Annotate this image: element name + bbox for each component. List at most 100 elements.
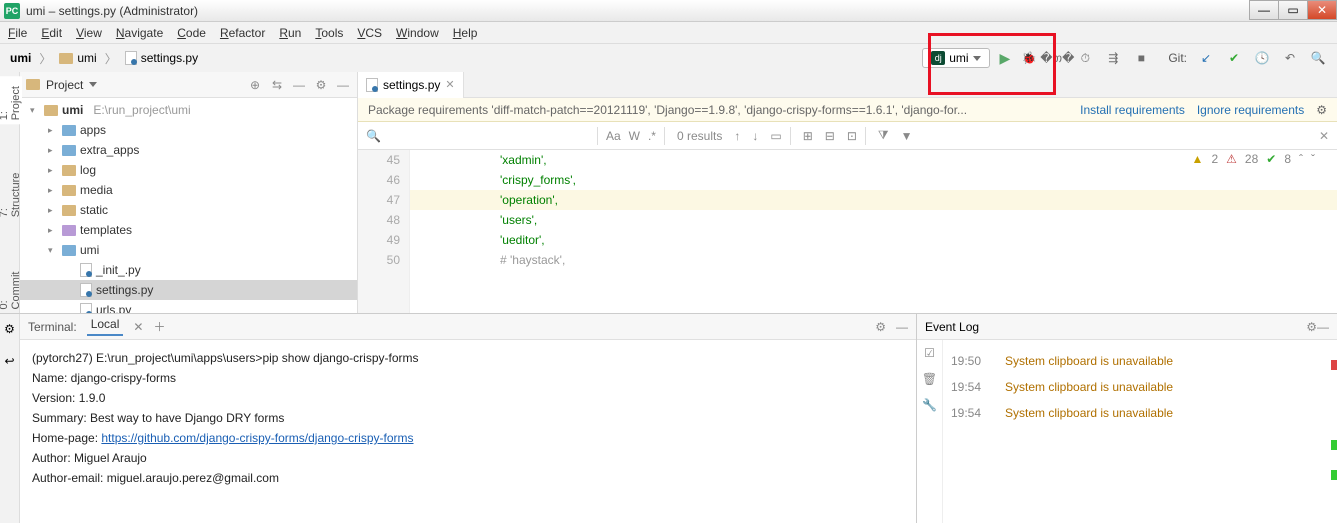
- event-log-row[interactable]: 19:50System clipboard is unavailable: [947, 348, 1333, 374]
- menu-navigate[interactable]: Navigate: [116, 26, 163, 40]
- gear-icon[interactable]: ⚙: [313, 78, 329, 92]
- terminal-tab-local[interactable]: Local: [87, 317, 124, 336]
- search-everywhere-button[interactable]: 🔍: [1309, 51, 1327, 65]
- expand-arrow-icon[interactable]: ▸: [48, 205, 58, 216]
- run-anything-button[interactable]: ⇶: [1104, 51, 1122, 65]
- project-tree[interactable]: ▾ umi E:\run_project\umi ▸apps▸extra_app…: [20, 98, 357, 313]
- coverage-button[interactable]: �თ�: [1048, 51, 1066, 65]
- tree-item-_init_-py[interactable]: _init_.py: [20, 260, 357, 280]
- vcs-update-button[interactable]: ↙: [1197, 51, 1215, 65]
- tab-project[interactable]: 1: Project: [0, 76, 22, 124]
- event-log-row[interactable]: 19:54System clipboard is unavailable: [947, 374, 1333, 400]
- expand-all-icon[interactable]: ⇆: [269, 78, 285, 92]
- editor-tab-settings[interactable]: settings.py ✕: [358, 72, 464, 98]
- minimize-button[interactable]: ―: [1249, 0, 1279, 20]
- tree-item-templates[interactable]: ▸templates: [20, 220, 357, 240]
- tree-item-extra_apps[interactable]: ▸extra_apps: [20, 140, 357, 160]
- new-terminal-tab-icon[interactable]: ＋: [153, 318, 165, 335]
- code-line[interactable]: 50# 'haystack',: [358, 250, 1337, 270]
- expand-arrow-icon[interactable]: ▸: [48, 165, 58, 176]
- gear-icon[interactable]: ⚙: [1316, 103, 1327, 117]
- hide-icon[interactable]: —: [1317, 320, 1329, 334]
- maximize-button[interactable]: ▭: [1278, 0, 1308, 20]
- menu-view[interactable]: View: [76, 26, 102, 40]
- vcs-history-button[interactable]: 🕓: [1253, 51, 1271, 65]
- close-tab-icon[interactable]: ✕: [445, 78, 454, 91]
- tab-structure[interactable]: 7: Structure: [0, 164, 22, 221]
- menu-tools[interactable]: Tools: [315, 26, 343, 40]
- expand-arrow-icon[interactable]: ▸: [48, 225, 58, 236]
- select-all-icon[interactable]: ▭: [770, 129, 781, 143]
- gear-icon[interactable]: ⚙: [875, 320, 886, 334]
- terminal-settings-icon[interactable]: ⚙: [4, 322, 15, 336]
- tree-item-umi[interactable]: ▾umi: [20, 240, 357, 260]
- add-selection-icon[interactable]: ⊞: [803, 129, 813, 143]
- regex-icon[interactable]: .*: [648, 129, 656, 143]
- tree-item-static[interactable]: ▸static: [20, 200, 357, 220]
- code-editor[interactable]: ▲2 ⚠28 ✔8 ˆ ˇ 45'xadmin',46'crispy_forms…: [358, 150, 1337, 313]
- collapse-all-icon[interactable]: —: [291, 78, 307, 92]
- debug-button[interactable]: 🐞: [1020, 51, 1038, 65]
- menu-edit[interactable]: Edit: [41, 26, 62, 40]
- close-find-icon[interactable]: ✕: [1319, 129, 1329, 143]
- project-panel-title[interactable]: Project: [46, 78, 83, 92]
- terminal-output[interactable]: (pytorch27) E:\run_project\umi\apps\user…: [20, 340, 916, 523]
- mark-read-icon[interactable]: ☑: [924, 346, 935, 360]
- tree-item-log[interactable]: ▸log: [20, 160, 357, 180]
- run-config-selector[interactable]: dj umi: [922, 48, 989, 68]
- expand-arrow-icon[interactable]: ▸: [48, 125, 58, 136]
- menu-run[interactable]: Run: [279, 26, 301, 40]
- filter-icon[interactable]: ⧩: [878, 128, 889, 143]
- menu-window[interactable]: Window: [396, 26, 439, 40]
- prev-match-icon[interactable]: ↑: [734, 129, 740, 143]
- menu-file[interactable]: File: [8, 26, 27, 40]
- breadcrumb-file[interactable]: settings.py: [141, 51, 198, 65]
- event-log-row[interactable]: 19:54System clipboard is unavailable: [947, 400, 1333, 426]
- gear-icon[interactable]: ⚙: [1306, 320, 1317, 334]
- tree-item-urls-py[interactable]: urls.py: [20, 300, 357, 313]
- code-line[interactable]: 46'crispy_forms',: [358, 170, 1337, 190]
- profile-button[interactable]: ⏱: [1076, 51, 1094, 66]
- hide-icon[interactable]: —: [335, 78, 351, 92]
- code-line[interactable]: 47'operation',: [358, 190, 1337, 210]
- event-log-list[interactable]: 19:50System clipboard is unavailable19:5…: [943, 340, 1337, 523]
- vcs-rollback-button[interactable]: ↶: [1281, 51, 1299, 65]
- menu-refactor[interactable]: Refactor: [220, 26, 265, 40]
- match-case-icon[interactable]: Aa: [606, 129, 621, 143]
- code-line[interactable]: 48'users',: [358, 210, 1337, 230]
- menu-vcs[interactable]: VCS: [357, 26, 382, 40]
- words-icon[interactable]: W: [629, 129, 640, 143]
- chevron-up-icon[interactable]: ˆ: [1299, 152, 1303, 166]
- expand-arrow-icon[interactable]: ▾: [30, 105, 40, 116]
- ignore-requirements-link[interactable]: Ignore requirements: [1197, 103, 1304, 117]
- search-icon[interactable]: 🔍: [366, 129, 381, 143]
- select-opened-file-icon[interactable]: ⊕: [247, 78, 263, 92]
- run-button[interactable]: ▶: [1000, 50, 1011, 67]
- clear-icon[interactable]: 🗑: [922, 372, 937, 386]
- tree-item-media[interactable]: ▸media: [20, 180, 357, 200]
- next-match-icon[interactable]: ↓: [752, 129, 758, 143]
- tab-commit[interactable]: 0: Commit: [0, 262, 22, 313]
- find-input[interactable]: [389, 129, 589, 143]
- stop-button[interactable]: ■: [1132, 51, 1150, 65]
- tree-item-apps[interactable]: ▸apps: [20, 120, 357, 140]
- install-requirements-link[interactable]: Install requirements: [1080, 103, 1185, 117]
- breadcrumb-mid[interactable]: umi: [77, 51, 96, 65]
- code-line[interactable]: 49'ueditor',: [358, 230, 1337, 250]
- tree-root[interactable]: ▾ umi E:\run_project\umi: [20, 100, 357, 120]
- chevron-down-icon[interactable]: [89, 82, 97, 87]
- expand-arrow-icon[interactable]: ▾: [48, 245, 58, 256]
- menu-help[interactable]: Help: [453, 26, 478, 40]
- expand-arrow-icon[interactable]: ▸: [48, 185, 58, 196]
- menu-code[interactable]: Code: [177, 26, 206, 40]
- breadcrumb-root[interactable]: umi: [10, 51, 31, 65]
- inspection-widget[interactable]: ▲2 ⚠28 ✔8 ˆ ˇ: [1188, 150, 1319, 168]
- close-terminal-tab-icon[interactable]: ✕: [133, 320, 143, 334]
- select-all-occurrences-icon[interactable]: ⊡: [847, 129, 857, 143]
- funnel-icon[interactable]: ▼: [901, 129, 913, 143]
- vcs-commit-button[interactable]: ✔: [1225, 51, 1243, 65]
- terminal-soft-wrap-icon[interactable]: ↩: [4, 354, 14, 368]
- chevron-down-icon[interactable]: ˇ: [1311, 152, 1315, 166]
- breadcrumb[interactable]: umi 〉 umi 〉 settings.py: [10, 50, 198, 67]
- tree-item-settings-py[interactable]: settings.py: [20, 280, 357, 300]
